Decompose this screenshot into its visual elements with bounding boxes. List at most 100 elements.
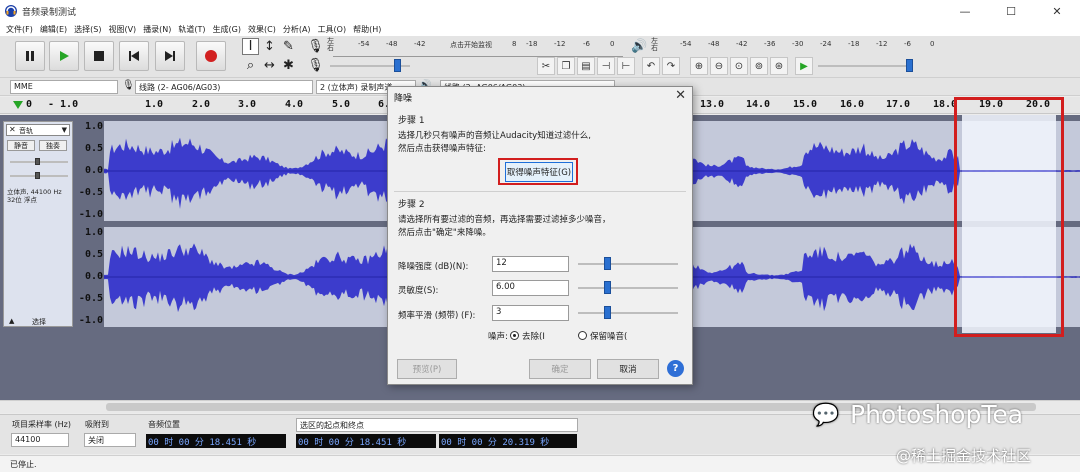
record-meter[interactable]: -54 -48 -42 点击开始监视 8 -18 -12 -6 0 <box>340 40 620 54</box>
pan-slider[interactable] <box>10 168 68 184</box>
zoom-tool-icon[interactable]: ⌕ <box>242 57 259 74</box>
track-menu-arrow-icon[interactable]: ▼ <box>62 126 67 134</box>
preview-button[interactable]: 预览(P) <box>397 359 457 379</box>
menu-tools[interactable]: 工具(O) <box>318 24 347 35</box>
sensitivity-slider[interactable] <box>578 280 678 296</box>
play-at-speed-button[interactable]: ▶ <box>795 57 813 75</box>
snap-to-select[interactable]: 关闭 <box>84 433 136 447</box>
keep-noise-radio[interactable] <box>578 331 587 340</box>
paste-button[interactable]: ▤ <box>577 57 595 75</box>
menu-tracks[interactable]: 轨道(T) <box>178 24 205 35</box>
selection-end-value[interactable]: 00 时 00 分 20.319 秒 <box>439 434 577 448</box>
trim-icon: ⊣ <box>601 60 611 72</box>
maximize-button[interactable]: ☐ <box>988 0 1034 22</box>
menu-analyze[interactable]: 分析(A) <box>283 24 311 35</box>
record-icon <box>205 50 217 62</box>
stop-button[interactable] <box>84 41 114 71</box>
collapse-track-icon[interactable]: ▲ <box>9 317 14 325</box>
selection-mode-select[interactable]: 选区的起点和终点 <box>296 418 578 432</box>
audacity-window: 音频录制测试 — ☐ ✕ 文件(F) 编辑(E) 选择(S) 视图(V) 播录(… <box>0 0 1080 472</box>
solo-button[interactable]: 独奏 <box>39 140 67 151</box>
frequency-smoothing-label: 频率平滑 (频带) (F): <box>398 311 476 321</box>
fit-selection-button[interactable]: ⊙ <box>730 57 748 75</box>
fit-project-icon: ⊚ <box>754 60 764 72</box>
input-volume-slider[interactable] <box>330 58 410 74</box>
dialog-title: 降噪 <box>394 94 413 104</box>
pause-button[interactable] <box>15 41 45 71</box>
playback-meter[interactable]: -54 -48 -42 -36 -30 -24 -18 -12 -6 0 <box>664 40 944 54</box>
multi-tool-icon[interactable]: ✱ <box>280 57 297 74</box>
input-volume-icon: 🎙 <box>307 58 324 73</box>
project-rate-select[interactable]: 44100 <box>11 433 69 447</box>
mute-button[interactable]: 静音 <box>7 140 35 151</box>
keep-noise-radio-label[interactable]: 保留噪音( <box>590 330 627 342</box>
trim-button[interactable]: ⊣ <box>597 57 615 75</box>
frequency-smoothing-input[interactable]: 3 <box>492 305 569 321</box>
skip-start-button[interactable] <box>119 41 149 71</box>
minimize-button[interactable]: — <box>942 0 988 22</box>
silence-button[interactable]: ⊢ <box>617 57 635 75</box>
track-control-panel[interactable]: ✕ 音轨 ▼ 静音 独奏 立体声, 44100 Hz 32位 浮点 ▲ 选择 <box>3 121 73 327</box>
fit-project-button[interactable]: ⊚ <box>750 57 768 75</box>
menu-effect[interactable]: 效果(C) <box>248 24 276 35</box>
noise-reduction-input[interactable]: 12 <box>492 256 569 272</box>
envelope-tool-icon[interactable]: ↕ <box>261 38 278 55</box>
zoom-out-button[interactable]: ⊖ <box>710 57 728 75</box>
audio-host-select[interactable]: MME <box>10 80 118 94</box>
undo-button[interactable]: ↶ <box>642 57 660 75</box>
menu-select[interactable]: 选择(S) <box>74 24 101 35</box>
noise-reduction-slider[interactable] <box>578 256 678 272</box>
wechat-icon: 💬 <box>812 403 840 428</box>
menu-edit[interactable]: 编辑(E) <box>40 24 67 35</box>
get-noise-profile-button[interactable]: 取得噪声特征(G) <box>505 162 573 182</box>
play-speed-slider[interactable] <box>818 58 913 74</box>
track-info: 立体声, 44100 Hz 32位 浮点 <box>7 188 62 204</box>
draw-tool-icon[interactable]: ✎ <box>280 38 297 55</box>
zoom-in-button[interactable]: ⊕ <box>690 57 708 75</box>
menu-generate[interactable]: 生成(G) <box>213 24 241 35</box>
highlight-box <box>954 97 1064 337</box>
select-track-button[interactable]: 选择 <box>32 318 46 326</box>
play-at-speed-icon: ▶ <box>800 60 808 72</box>
app-icon <box>5 5 17 17</box>
menu-transport[interactable]: 播录(N) <box>143 24 171 35</box>
recording-device-select[interactable]: 线路 (2- AG06/AG03) <box>135 80 313 94</box>
snap-to-label: 吸附到 <box>85 420 109 429</box>
play-button[interactable] <box>49 41 79 71</box>
clipboard-icon: ▤ <box>581 60 591 72</box>
ok-button[interactable]: 确定 <box>529 359 591 379</box>
redo-icon: ↷ <box>666 60 676 72</box>
fit-selection-icon: ⊙ <box>734 60 744 72</box>
step2-line1: 请选择所有要过滤的音频，再选择需要过滤掉多少噪音， <box>398 215 611 225</box>
noise-option-label: 噪声: <box>488 332 508 342</box>
selection-tool-icon[interactable]: I <box>242 38 259 55</box>
copy-button[interactable]: ❐ <box>557 57 575 75</box>
time-shift-tool-icon[interactable]: ↔ <box>261 57 278 74</box>
menu-file[interactable]: 文件(F) <box>6 24 33 35</box>
skip-end-button[interactable] <box>155 41 185 71</box>
zoom-toggle-button[interactable]: ⊛ <box>770 57 788 75</box>
undo-icon: ↶ <box>646 60 656 72</box>
redo-button[interactable]: ↷ <box>662 57 680 75</box>
menu-view[interactable]: 视图(V) <box>108 24 136 35</box>
step1-title: 步骤 1 <box>398 116 425 126</box>
cut-button[interactable]: ✂ <box>537 57 555 75</box>
close-window-button[interactable]: ✕ <box>1034 0 1080 22</box>
remove-radio[interactable] <box>510 331 519 340</box>
track-name[interactable]: 音轨 <box>19 127 33 135</box>
click-to-monitor-label[interactable]: 点击开始监视 <box>450 40 492 50</box>
copy-icon: ❐ <box>561 60 571 72</box>
close-track-icon[interactable]: ✕ <box>9 125 16 134</box>
cancel-button[interactable]: 取消 <box>597 359 659 379</box>
help-icon[interactable]: ? <box>667 360 684 377</box>
sensitivity-input[interactable]: 6.00 <box>492 280 569 296</box>
menu-help[interactable]: 帮助(H) <box>353 24 381 35</box>
dialog-close-button[interactable]: ✕ <box>675 88 686 103</box>
zoom-out-icon: ⊖ <box>714 60 724 72</box>
audio-position-value[interactable]: 00 时 00 分 18.451 秒 <box>146 434 286 448</box>
remove-radio-label[interactable]: 去除(I <box>522 330 545 342</box>
zoom-toggle-icon: ⊛ <box>774 60 784 72</box>
selection-start-value[interactable]: 00 时 00 分 18.451 秒 <box>296 434 436 448</box>
record-button[interactable] <box>196 41 226 71</box>
frequency-smoothing-slider[interactable] <box>578 305 678 321</box>
